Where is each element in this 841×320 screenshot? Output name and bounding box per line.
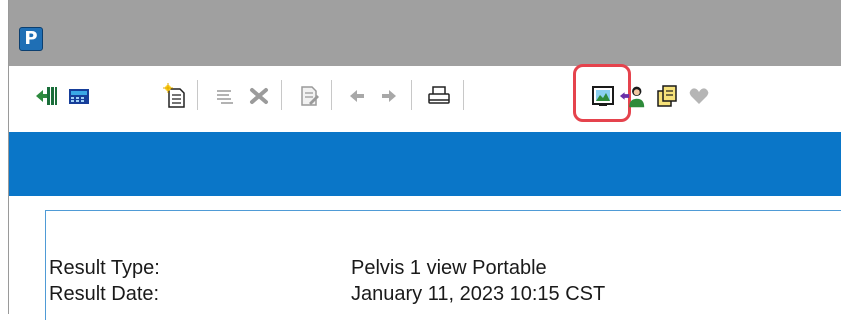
result-content: Result Type: Pelvis 1 view Portable Resu… bbox=[9, 196, 841, 320]
image-viewer-icon bbox=[592, 86, 614, 106]
toolbar-separator bbox=[331, 80, 332, 110]
print-icon bbox=[428, 86, 450, 104]
title-bar: P bbox=[9, 0, 841, 66]
arrow-right-icon bbox=[382, 90, 396, 102]
forward-to-user-button[interactable] bbox=[619, 82, 647, 110]
toolbar-separator bbox=[281, 80, 282, 110]
delete-x-icon bbox=[250, 88, 268, 104]
document-edit-button[interactable] bbox=[295, 82, 323, 110]
new-document-button[interactable] bbox=[161, 82, 189, 110]
document-edit-icon bbox=[301, 86, 319, 106]
delete-button[interactable] bbox=[245, 82, 273, 110]
copy-button[interactable] bbox=[653, 82, 681, 110]
toolbar-separator bbox=[411, 80, 412, 110]
header-banner bbox=[9, 132, 841, 196]
toolbar bbox=[9, 64, 841, 132]
text-format-icon bbox=[217, 90, 233, 104]
result-type-value: Pelvis 1 view Portable bbox=[351, 257, 547, 279]
next-button[interactable] bbox=[375, 82, 403, 110]
copy-icon bbox=[657, 85, 677, 107]
toolbar-separator bbox=[463, 80, 464, 110]
toolbar-separator bbox=[197, 80, 198, 110]
person-forward-icon bbox=[619, 86, 645, 108]
exit-button[interactable] bbox=[33, 82, 61, 110]
favorite-button[interactable] bbox=[685, 82, 713, 110]
result-date-value: January 11, 2023 10:15 CST bbox=[351, 283, 606, 305]
application-window: P Result Type: Pelvis 1 view Portable Re… bbox=[8, 0, 841, 320]
text-format-button[interactable] bbox=[211, 82, 239, 110]
arrow-left-icon bbox=[350, 90, 364, 102]
calculator-button[interactable] bbox=[65, 82, 93, 110]
result-date-label: Result Date: bbox=[49, 283, 160, 305]
previous-button[interactable] bbox=[343, 82, 371, 110]
new-document-icon bbox=[163, 83, 185, 108]
image-viewer-button[interactable] bbox=[589, 82, 617, 110]
calculator-icon bbox=[69, 89, 89, 104]
app-logo-icon[interactable]: P bbox=[19, 27, 43, 51]
result-type-label: Result Type: bbox=[49, 257, 160, 279]
exit-icon bbox=[36, 87, 57, 105]
app-logo-letter: P bbox=[24, 28, 38, 49]
heart-icon bbox=[689, 88, 709, 104]
print-button[interactable] bbox=[425, 82, 453, 110]
